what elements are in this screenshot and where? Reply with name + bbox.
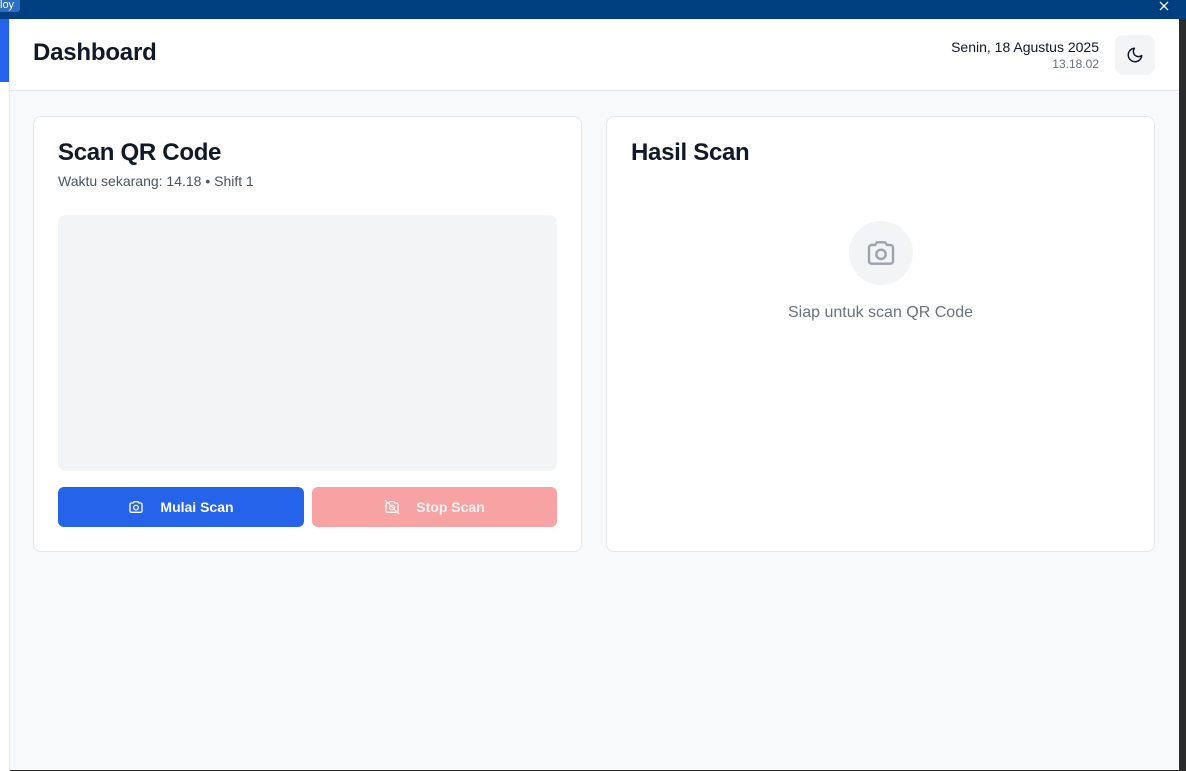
result-placeholder-icon-wrapper bbox=[849, 221, 913, 285]
window-tab[interactable]: loy bbox=[0, 0, 21, 12]
theme-toggle-button[interactable] bbox=[1115, 35, 1155, 75]
scan-card-title: Scan QR Code bbox=[58, 139, 222, 166]
result-card-title: Hasil Scan bbox=[631, 139, 750, 166]
page-header: Dashboard Senin, 18 Agustus 2025 13.18.0… bbox=[10, 19, 1179, 91]
start-scan-button[interactable]: Mulai Scan bbox=[58, 487, 304, 527]
scan-card: Scan QR Code Waktu sekarang: 14.18 • Shi… bbox=[33, 116, 582, 552]
result-card: Hasil Scan Siap untuk scan QR Code bbox=[606, 116, 1155, 552]
sidebar-edge bbox=[0, 19, 10, 771]
current-time: 13.18.02 bbox=[1052, 57, 1099, 71]
window-title-bar: loy bbox=[0, 0, 1186, 19]
camera-icon bbox=[129, 501, 144, 513]
moon-icon bbox=[1127, 47, 1143, 63]
camera-off-icon bbox=[384, 499, 400, 515]
close-icon bbox=[1159, 1, 1169, 11]
window-right-edge bbox=[1179, 19, 1186, 771]
sidebar-active-indicator bbox=[0, 19, 9, 82]
header-datetime: Senin, 18 Agustus 2025 13.18.02 bbox=[951, 38, 1099, 72]
scan-card-subtitle: Waktu sekarang: 14.18 • Shift 1 bbox=[58, 173, 254, 189]
window-tab-label: loy bbox=[0, 0, 15, 11]
stop-scan-button[interactable]: Stop Scan bbox=[312, 487, 557, 527]
window-close-button[interactable] bbox=[1156, 0, 1172, 12]
camera-icon bbox=[867, 241, 895, 265]
result-empty-message: Siap untuk scan QR Code bbox=[788, 304, 973, 321]
current-date: Senin, 18 Agustus 2025 bbox=[951, 39, 1099, 55]
qr-scanner-viewport[interactable] bbox=[58, 215, 557, 471]
main-content: Dashboard Senin, 18 Agustus 2025 13.18.0… bbox=[10, 19, 1179, 770]
stop-scan-label: Stop Scan bbox=[416, 499, 485, 515]
start-scan-label: Mulai Scan bbox=[160, 499, 234, 515]
page-title: Dashboard bbox=[33, 39, 157, 66]
